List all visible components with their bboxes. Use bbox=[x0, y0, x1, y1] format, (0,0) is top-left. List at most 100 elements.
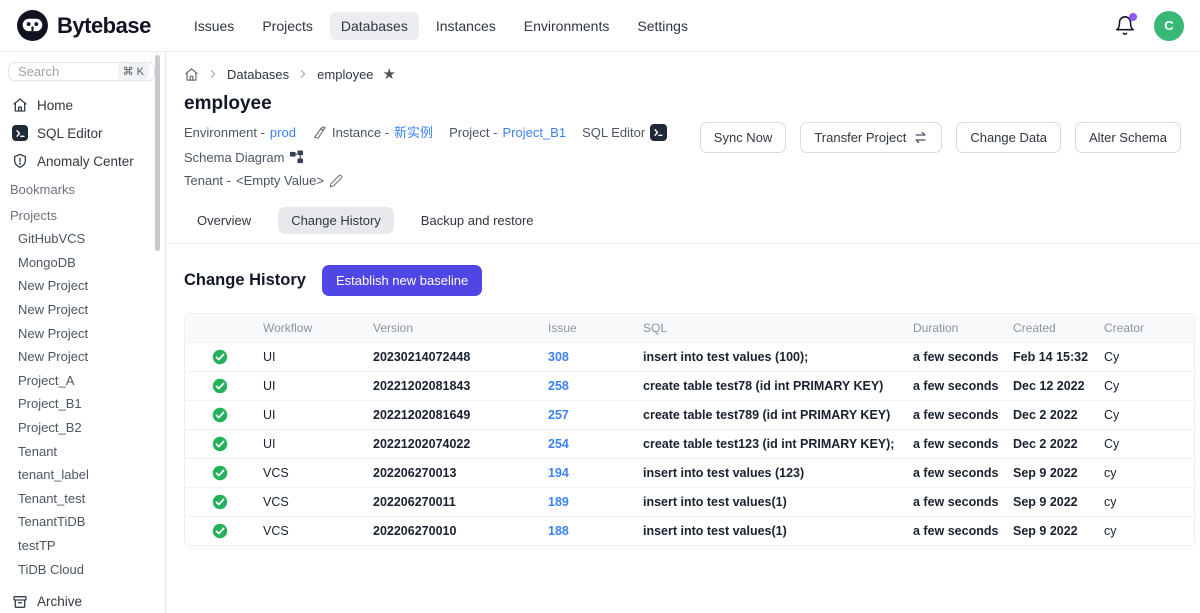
search-input[interactable]: Search ⌘ K bbox=[8, 62, 155, 81]
project-list-item[interactable]: Tenant_test bbox=[0, 487, 165, 511]
project-list-item[interactable]: tenant_label bbox=[0, 463, 165, 487]
project-list-item[interactable]: testTP bbox=[0, 534, 165, 558]
sidebar-item-home[interactable]: Home bbox=[0, 91, 165, 119]
edit-pencil-icon[interactable] bbox=[329, 174, 343, 188]
project-list-item[interactable]: TiDB Cloud bbox=[0, 557, 165, 581]
brand-logo[interactable]: Bytebase bbox=[16, 9, 151, 42]
issue-link[interactable]: 189 bbox=[548, 495, 569, 509]
breadcrumb-databases[interactable]: Databases bbox=[227, 67, 289, 82]
table-row[interactable]: UI20230214072448308insert into test valu… bbox=[185, 343, 1195, 372]
section-title: Change History bbox=[184, 271, 306, 290]
breadcrumb-current: employee bbox=[317, 67, 373, 82]
cell-sql: create table test789 (id int PRIMARY KEY… bbox=[635, 401, 905, 430]
search-placeholder: Search bbox=[18, 64, 118, 79]
project-link[interactable]: Project_B1 bbox=[502, 122, 566, 143]
notification-bell-button[interactable] bbox=[1114, 15, 1136, 37]
cell-issue: 254 bbox=[540, 430, 635, 459]
project-list-item[interactable]: New Project bbox=[0, 274, 165, 298]
issue-link[interactable]: 188 bbox=[548, 524, 569, 538]
cell-version: 202206270011 bbox=[365, 488, 540, 517]
table-row[interactable]: VCS202206270010188insert into test value… bbox=[185, 517, 1195, 546]
nav-item-projects[interactable]: Projects bbox=[251, 12, 324, 40]
cell-creator: Cy bbox=[1096, 430, 1195, 459]
alter-schema-button[interactable]: Alter Schema bbox=[1075, 122, 1181, 153]
table-row[interactable]: UI20221202081843258create table test78 (… bbox=[185, 372, 1195, 401]
sidebar-section-bookmarks[interactable]: Bookmarks bbox=[0, 175, 165, 201]
issue-link[interactable]: 258 bbox=[548, 379, 569, 393]
project-list-item[interactable]: New Project bbox=[0, 298, 165, 322]
project-list-item[interactable]: New Project bbox=[0, 345, 165, 369]
table-row[interactable]: VCS202206270013194insert into test value… bbox=[185, 459, 1195, 488]
col-creator: Creator bbox=[1096, 314, 1195, 343]
transfer-project-button[interactable]: Transfer Project bbox=[800, 122, 942, 153]
nav-item-settings[interactable]: Settings bbox=[626, 12, 699, 40]
col-version: Version bbox=[365, 314, 540, 343]
tab-backup-and-restore[interactable]: Backup and restore bbox=[408, 207, 547, 234]
nav-item-instances[interactable]: Instances bbox=[425, 12, 507, 40]
cell-workflow: VCS bbox=[255, 488, 365, 517]
project-list-item[interactable]: Project_B2 bbox=[0, 416, 165, 440]
project-list-item[interactable]: Project_B1 bbox=[0, 392, 165, 416]
issue-link[interactable]: 308 bbox=[548, 350, 569, 364]
table-row[interactable]: VCS202206270011 189 insert into test value… bbox=[185, 488, 1195, 517]
user-avatar[interactable]: C bbox=[1154, 11, 1184, 41]
instance-link[interactable]: 新实例 bbox=[394, 122, 433, 143]
cell-sql: insert into test values(1) bbox=[635, 488, 905, 517]
cell-creator: Cy bbox=[1096, 372, 1195, 401]
home-icon[interactable] bbox=[184, 67, 199, 82]
sidebar-scrollbar[interactable] bbox=[155, 55, 160, 251]
cell-workflow: VCS bbox=[255, 459, 365, 488]
issue-link[interactable]: 194 bbox=[548, 466, 569, 480]
schema-diagram-icon bbox=[289, 150, 304, 165]
cell-sql: insert into test values (100); bbox=[635, 343, 905, 372]
sql-editor-shortcut[interactable]: SQL Editor bbox=[582, 122, 667, 143]
success-check-icon bbox=[212, 349, 228, 365]
cell-creator: cy bbox=[1096, 459, 1195, 488]
project-list-item[interactable]: MongoDB bbox=[0, 251, 165, 275]
bookmark-star-icon[interactable]: ★ bbox=[383, 67, 396, 82]
nav-item-issues[interactable]: Issues bbox=[183, 12, 245, 40]
cell-version: 202206270010 bbox=[365, 517, 540, 546]
cell-issue: 258 bbox=[540, 372, 635, 401]
sync-now-button[interactable]: Sync Now bbox=[700, 122, 787, 153]
sidebar-section-projects[interactable]: Projects bbox=[0, 201, 165, 227]
change-data-button[interactable]: Change Data bbox=[956, 122, 1061, 153]
project-list-item[interactable]: Project_A bbox=[0, 369, 165, 393]
table-row[interactable]: UI20221202081649257create table test789 … bbox=[185, 401, 1195, 430]
issue-link[interactable]: 254 bbox=[548, 437, 569, 451]
tab-change-history[interactable]: Change History bbox=[278, 207, 394, 234]
environment-link[interactable]: prod bbox=[270, 122, 296, 143]
col-issue: Issue bbox=[540, 314, 635, 343]
cell-creator: cy bbox=[1096, 488, 1195, 517]
col-duration: Duration bbox=[905, 314, 1005, 343]
change-history-table: Workflow Version Issue SQL Duration Crea… bbox=[184, 313, 1195, 546]
issue-link[interactable]: 257 bbox=[548, 408, 569, 422]
sidebar-item-archive[interactable]: Archive bbox=[0, 585, 165, 613]
success-check-icon bbox=[212, 494, 228, 510]
top-navbar: Bytebase IssuesProjectsDatabasesInstance… bbox=[0, 0, 1200, 52]
sidebar-item-anomaly-center[interactable]: Anomaly Center bbox=[0, 147, 165, 175]
terminal-icon bbox=[12, 125, 28, 141]
meta-instance: Instance - 新实例 bbox=[312, 122, 433, 143]
cell-sql: create table test78 (id int PRIMARY KEY) bbox=[635, 372, 905, 401]
project-list-item[interactable]: New Project bbox=[0, 321, 165, 345]
main-nav: IssuesProjectsDatabasesInstancesEnvironm… bbox=[183, 12, 699, 40]
cell-version: 202206270013 bbox=[365, 459, 540, 488]
table-row[interactable]: UI20221202074022254create table test123 … bbox=[185, 430, 1195, 459]
project-list-item[interactable]: TenantTiDB bbox=[0, 510, 165, 534]
sidebar-item-label: Archive bbox=[37, 594, 82, 609]
establish-baseline-button[interactable]: Establish new baseline bbox=[322, 265, 482, 296]
search-shortcut-badge: ⌘ K bbox=[118, 63, 149, 80]
sidebar-item-sql-editor[interactable]: SQL Editor bbox=[0, 119, 165, 147]
project-list-item[interactable]: Tenant bbox=[0, 439, 165, 463]
notification-badge bbox=[1129, 13, 1137, 21]
nav-item-environments[interactable]: Environments bbox=[513, 12, 621, 40]
project-list: GitHubVCSMongoDBNew ProjectNew ProjectNe… bbox=[0, 227, 165, 581]
nav-item-databases[interactable]: Databases bbox=[330, 12, 419, 40]
project-list-item[interactable]: GitHubVCS bbox=[0, 227, 165, 251]
cell-workflow: VCS bbox=[255, 517, 365, 546]
tab-overview[interactable]: Overview bbox=[184, 207, 264, 234]
schema-diagram-shortcut[interactable]: Schema Diagram bbox=[184, 147, 304, 168]
cell-version: 20221202074022 bbox=[365, 430, 540, 459]
meta-environment: Environment - prod bbox=[184, 122, 296, 143]
